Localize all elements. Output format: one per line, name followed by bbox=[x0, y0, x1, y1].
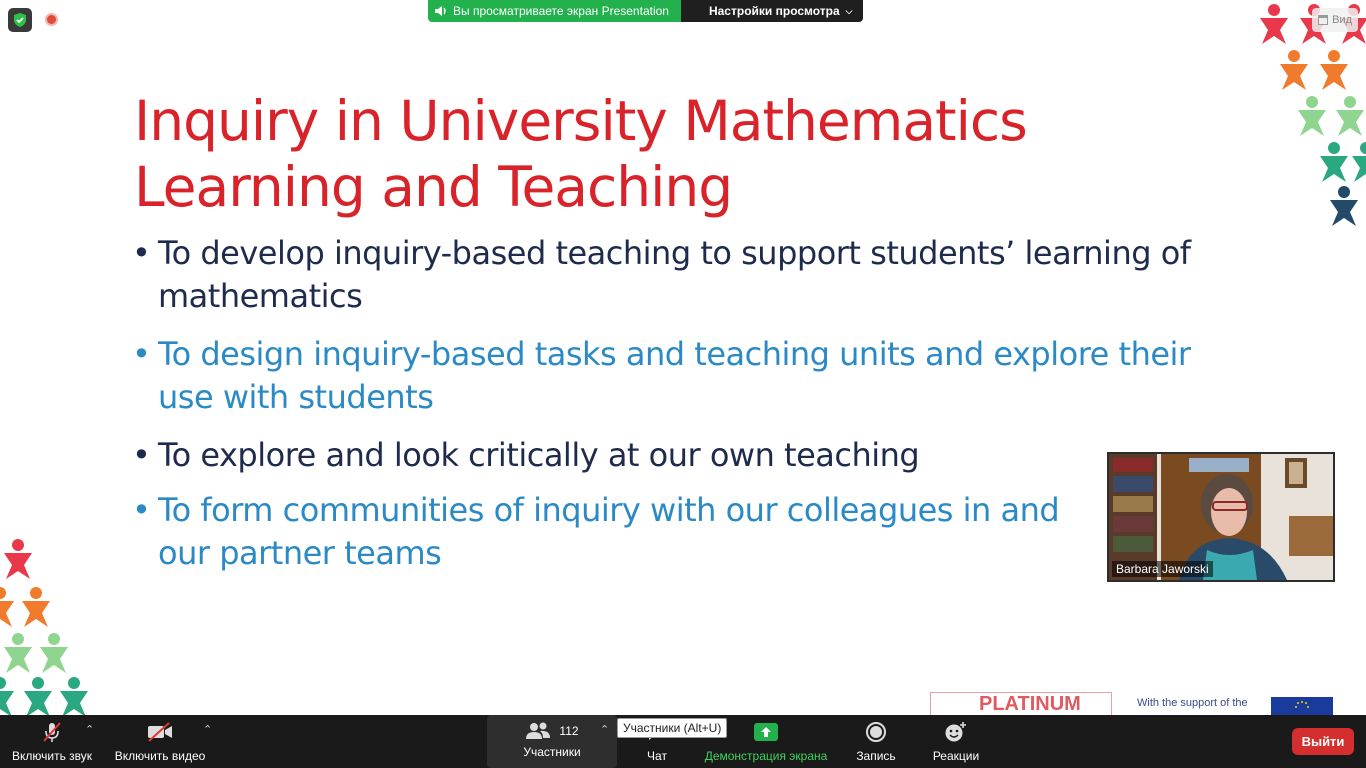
participants-label: Участники bbox=[523, 745, 581, 759]
participant-name: Barbara Jaworski bbox=[1112, 561, 1213, 577]
zoom-meeting-window: { "banner": { "sharing_text": "Вы просма… bbox=[0, 0, 1366, 768]
participants-count: 112 bbox=[559, 724, 579, 738]
reactions-button[interactable]: Реакции bbox=[928, 715, 984, 768]
unmute-button[interactable]: Включить звук bbox=[8, 715, 96, 768]
bullet-text: To form communities of inquiry with our … bbox=[158, 491, 1060, 572]
bullet-item: • To explore and look critically at our … bbox=[132, 434, 1242, 477]
record-button[interactable]: Запись bbox=[848, 715, 904, 768]
unmute-label: Включить звук bbox=[11, 749, 93, 763]
bullet-dot-icon: • bbox=[132, 491, 151, 529]
view-settings-label: Настройки просмотра bbox=[708, 4, 840, 18]
bullet-dot-icon: • bbox=[132, 335, 151, 373]
platinum-logo: PLATINUM bbox=[930, 692, 1112, 716]
screen-share-banner: Вы просматриваете экран Presentation Нас… bbox=[428, 0, 863, 22]
chat-label: Чат bbox=[647, 749, 667, 763]
reactions-label: Реакции bbox=[932, 749, 980, 763]
bullet-item: • To design inquiry-based tasks and teac… bbox=[132, 333, 1242, 419]
participants-button[interactable]: 112 Участники bbox=[512, 715, 592, 768]
view-settings-dropdown[interactable]: Настройки просмотра ⌵ bbox=[680, 0, 863, 22]
participants-options-caret[interactable]: ⌃ bbox=[600, 723, 609, 736]
camera-off-icon bbox=[148, 722, 172, 742]
decorative-figures-right bbox=[1260, 4, 1366, 226]
chevron-down-icon: ⌵ bbox=[845, 5, 853, 16]
record-icon bbox=[866, 722, 886, 742]
eu-support-text: With the support of the bbox=[1137, 697, 1248, 709]
start-video-button[interactable]: Включить видео bbox=[112, 715, 208, 768]
security-shield-button[interactable] bbox=[8, 8, 32, 32]
bullet-text: To explore and look critically at our ow… bbox=[158, 436, 920, 474]
sharing-status: Вы просматриваете экран Presentation bbox=[428, 0, 681, 22]
bullet-item: • To form communities of inquiry with ou… bbox=[132, 489, 1112, 575]
record-label: Запись bbox=[856, 749, 896, 763]
participants-tooltip: Участники (Alt+U) bbox=[617, 718, 728, 738]
slide-bullet-list: • To develop inquiry-based teaching to s… bbox=[132, 232, 1242, 590]
people-icon bbox=[526, 722, 551, 739]
speaker-icon bbox=[435, 6, 446, 16]
platinum-logo-text: PLATINUM bbox=[979, 693, 1081, 715]
mic-muted-icon bbox=[43, 722, 61, 742]
view-button[interactable]: Вид bbox=[1312, 8, 1358, 32]
smiley-plus-icon bbox=[945, 722, 966, 742]
participant-video-tile[interactable]: Barbara Jaworski bbox=[1107, 452, 1335, 582]
share-arrow-icon bbox=[754, 723, 778, 741]
view-button-label: Вид bbox=[1332, 14, 1352, 26]
share-screen-label: Демонстрация экрана bbox=[704, 749, 828, 763]
slide-title: Inquiry in University Mathematics Learni… bbox=[134, 89, 1028, 219]
bullet-item: • To develop inquiry-based teaching to s… bbox=[132, 232, 1242, 318]
video-options-caret[interactable]: ⌃ bbox=[203, 723, 212, 736]
bullet-dot-icon: • bbox=[132, 436, 151, 474]
sharing-status-text: Вы просматриваете экран Presentation bbox=[453, 4, 669, 18]
leave-button[interactable]: Выйти bbox=[1292, 728, 1354, 755]
shield-check-icon bbox=[14, 13, 26, 27]
audio-options-caret[interactable]: ⌃ bbox=[85, 723, 94, 736]
grid-icon bbox=[1318, 15, 1329, 25]
figure-icon bbox=[1260, 4, 1366, 226]
recording-dot-icon bbox=[45, 13, 58, 26]
bullet-text: To design inquiry-based tasks and teachi… bbox=[158, 335, 1191, 416]
bullet-text: To develop inquiry-based teaching to sup… bbox=[158, 234, 1191, 315]
bullet-dot-icon: • bbox=[132, 234, 151, 272]
start-video-label: Включить видео bbox=[114, 749, 206, 763]
decorative-figures-left bbox=[0, 539, 88, 717]
